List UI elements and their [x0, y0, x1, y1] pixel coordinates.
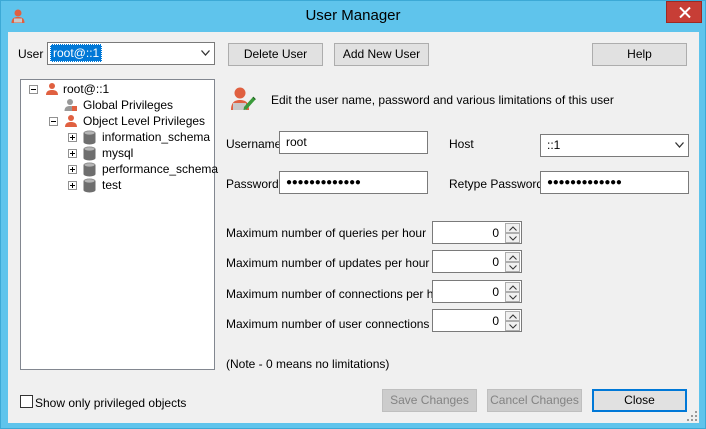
user-label: User — [18, 47, 44, 61]
close-button[interactable]: Close — [592, 389, 687, 412]
user-privilege-tree[interactable]: root@::1 Global Privileges Object Level … — [20, 79, 218, 370]
limit-label: Maximum number of updates per hour — [226, 256, 430, 270]
tree-expand-mysql[interactable] — [68, 149, 77, 158]
queries-per-hour-stepper[interactable]: 0 — [432, 221, 522, 244]
database-icon — [83, 178, 96, 193]
cancel-changes-button[interactable]: Cancel Changes — [487, 389, 582, 412]
add-new-user-button[interactable]: Add New User — [334, 43, 429, 66]
help-button[interactable]: Help — [592, 43, 687, 66]
tree-node-database[interactable]: information_schema — [102, 130, 210, 146]
stepper-up-button[interactable] — [505, 252, 520, 262]
tree-node-root[interactable]: root@::1 — [63, 82, 109, 98]
tree-collapse-object-level[interactable] — [49, 117, 58, 126]
host-combobox[interactable]: ::1 — [540, 134, 689, 157]
user-combobox-value: root@::1 — [50, 44, 103, 62]
limits-note: (Note - 0 means no limitations) — [226, 357, 390, 371]
limit-label: Maximum number of connections per hour — [226, 287, 451, 301]
username-field[interactable]: root — [279, 131, 428, 154]
chevron-down-icon — [675, 142, 684, 148]
limit-label: Maximum number of queries per hour — [226, 226, 427, 240]
tree-collapse-root[interactable] — [29, 85, 38, 94]
dialog-body: User root@::1 Delete User Add New User H… — [8, 32, 699, 423]
show-privileged-checkbox[interactable] — [20, 395, 33, 408]
title-bar: User Manager — [1, 1, 705, 32]
save-changes-button[interactable]: Save Changes — [382, 389, 477, 412]
header-description: Edit the user name, password and various… — [271, 93, 614, 107]
global-privileges-icon — [64, 99, 77, 111]
tree-node-database[interactable]: performance_schema — [102, 162, 218, 178]
stepper-up-button[interactable] — [505, 311, 520, 321]
retype-password-label: Retype Password — [449, 177, 544, 191]
stepper-value: 0 — [492, 255, 499, 269]
stepper-up-button[interactable] — [505, 223, 520, 233]
stepper-value: 0 — [492, 285, 499, 299]
window-title: User Manager — [305, 7, 401, 24]
user-manager-window: User Manager User root@::1 Delete User A… — [0, 0, 706, 429]
retype-password-field[interactable]: ●●●●●●●●●●●●● — [540, 171, 689, 194]
chevron-down-icon — [509, 324, 517, 329]
window-close-button[interactable] — [666, 1, 702, 23]
chevron-up-icon — [509, 226, 517, 231]
updates-per-hour-stepper[interactable]: 0 — [432, 250, 522, 273]
stepper-up-button[interactable] — [505, 282, 520, 292]
user-icon — [46, 83, 58, 95]
delete-user-button[interactable]: Delete User — [228, 43, 323, 66]
close-icon — [679, 7, 691, 18]
database-icon — [83, 146, 96, 161]
chevron-up-icon — [509, 285, 517, 290]
chevron-up-icon — [509, 314, 517, 319]
database-icon — [83, 130, 96, 145]
chevron-down-icon — [509, 295, 517, 300]
password-label: Password — [226, 177, 279, 191]
tree-node-global-privileges[interactable]: Global Privileges — [83, 98, 173, 114]
object-privileges-icon — [65, 115, 77, 127]
user-combobox[interactable]: root@::1 — [47, 42, 215, 65]
stepper-down-button[interactable] — [505, 321, 520, 331]
user-connections-stepper[interactable]: 0 — [432, 309, 522, 332]
connections-per-hour-stepper[interactable]: 0 — [432, 280, 522, 303]
limit-label: Maximum number of user connections — [226, 317, 430, 331]
edit-user-icon — [231, 87, 256, 110]
chevron-up-icon — [509, 255, 517, 260]
tree-expand-information-schema[interactable] — [68, 133, 77, 142]
database-icon — [83, 162, 96, 177]
chevron-down-icon — [201, 50, 210, 56]
resize-grip-icon[interactable] — [687, 411, 697, 421]
show-privileged-label: Show only privileged objects — [35, 396, 187, 410]
tree-expand-test[interactable] — [68, 181, 77, 190]
tree-node-object-level-privileges[interactable]: Object Level Privileges — [83, 114, 205, 130]
username-label: Username — [226, 137, 282, 151]
stepper-down-button[interactable] — [505, 262, 520, 272]
tree-node-database[interactable]: mysql — [102, 146, 133, 162]
stepper-value: 0 — [492, 226, 499, 240]
host-label: Host — [449, 137, 474, 151]
tree-expand-performance-schema[interactable] — [68, 165, 77, 174]
tree-node-database[interactable]: test — [102, 178, 121, 194]
chevron-down-icon — [509, 236, 517, 241]
stepper-value: 0 — [492, 314, 499, 328]
password-field[interactable]: ●●●●●●●●●●●●● — [279, 171, 428, 194]
chevron-down-icon — [509, 265, 517, 270]
stepper-down-button[interactable] — [505, 292, 520, 302]
host-value: ::1 — [547, 138, 561, 152]
stepper-down-button[interactable] — [505, 233, 520, 243]
